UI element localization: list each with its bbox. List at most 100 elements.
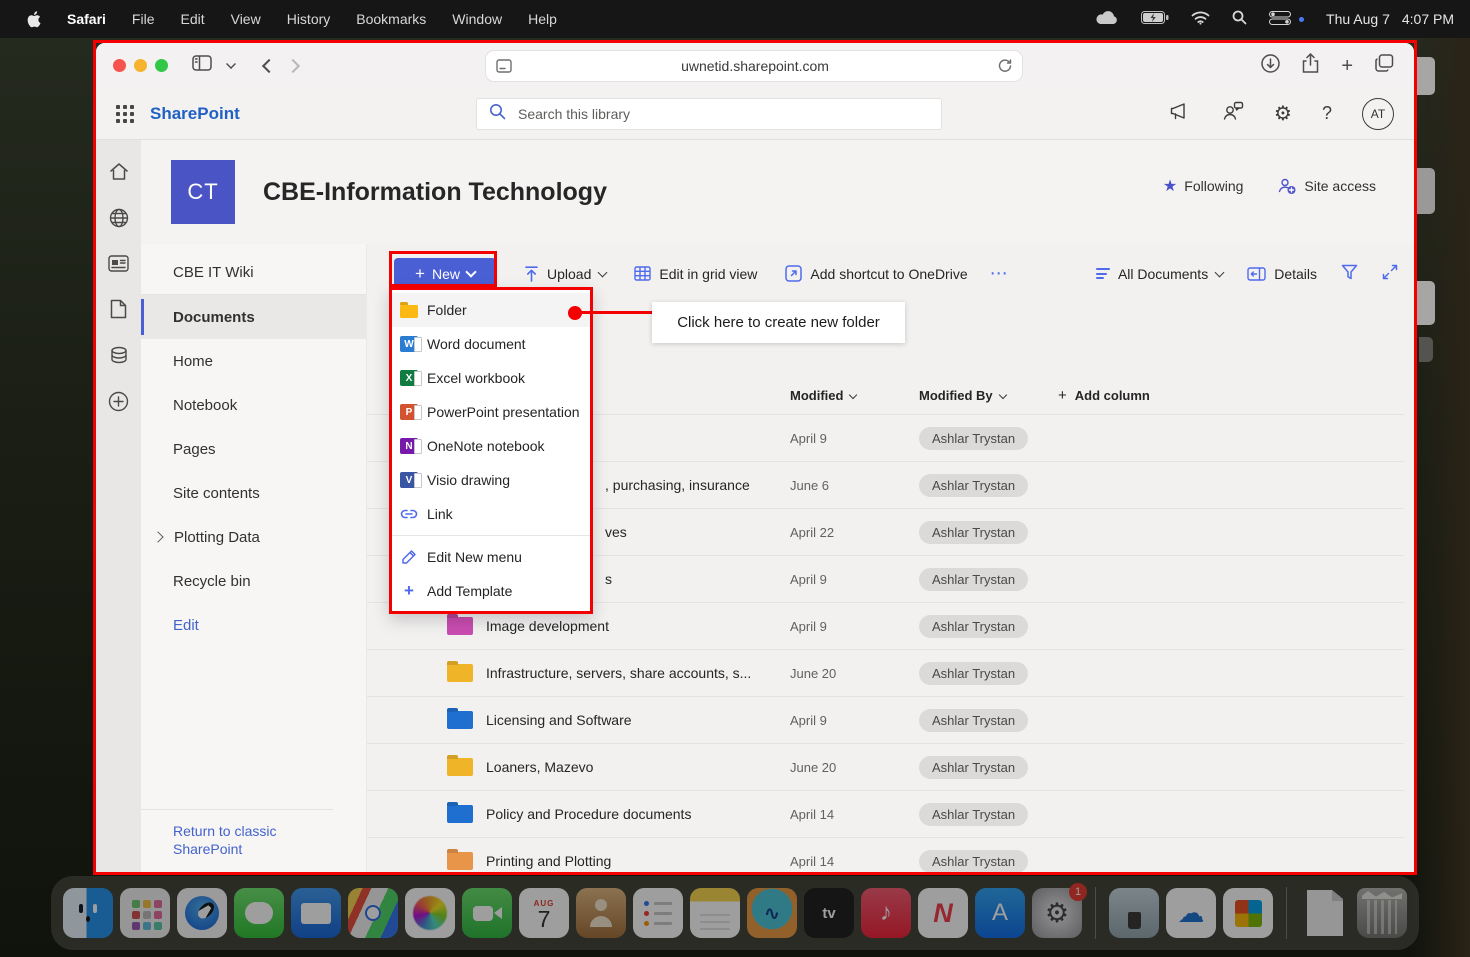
dock-facetime-icon[interactable] — [462, 888, 512, 938]
menubar-item-history[interactable]: History — [287, 11, 331, 27]
nav-edit-link[interactable]: Edit — [141, 603, 366, 647]
file-name[interactable]: Loaners, Mazevo — [486, 759, 593, 775]
dock-appstore-icon[interactable]: A — [975, 888, 1025, 938]
menubar-item-bookmarks[interactable]: Bookmarks — [356, 11, 426, 27]
new-menu-item-visio-drawing[interactable]: V Visio drawing — [392, 463, 590, 497]
table-row[interactable]: Licensing and Software April 9 Ashlar Trys… — [367, 697, 1404, 744]
dock-msoffice-icon[interactable] — [1223, 888, 1273, 938]
menubar-item-view[interactable]: View — [231, 11, 261, 27]
modified-by-persona[interactable]: Ashlar Trystan — [919, 614, 1029, 638]
sidebar-item-notebook[interactable]: Notebook — [141, 383, 366, 427]
downloads-icon[interactable] — [1261, 53, 1281, 78]
table-row[interactable]: Infrastructure, servers, share accounts,… — [367, 650, 1404, 697]
wifi-icon[interactable] — [1191, 11, 1210, 28]
dock-news-icon[interactable]: N — [918, 888, 968, 938]
details-button[interactable]: Details — [1247, 266, 1317, 282]
filter-icon[interactable] — [1341, 264, 1358, 283]
sidebar-item-documents[interactable]: Documents — [141, 295, 366, 339]
menubar-item-help[interactable]: Help — [528, 11, 557, 27]
dock-document-icon[interactable] — [1307, 890, 1343, 936]
menubar-item-file[interactable]: File — [132, 11, 155, 27]
dock-maps-icon[interactable] — [348, 888, 398, 938]
account-avatar[interactable]: AT — [1362, 97, 1394, 130]
table-row[interactable]: Printing and Plotting April 14 Ashlar Trys… — [367, 838, 1404, 872]
modified-header[interactable]: Modified — [790, 388, 919, 403]
file-name[interactable]: Policy and Procedure documents — [486, 806, 691, 822]
add-icon[interactable] — [108, 391, 129, 412]
close-button[interactable] — [113, 59, 126, 72]
sidebar-item-recycle-bin[interactable]: Recycle bin — [141, 559, 366, 603]
menubar-clock[interactable]: Thu Aug 7 4:07 PM — [1326, 11, 1454, 27]
sidebar-item-site-contents[interactable]: Site contents — [141, 471, 366, 515]
dock-settings-icon[interactable]: ⚙ 1 — [1032, 883, 1087, 938]
dock-appletv-icon[interactable]: tv — [804, 888, 854, 938]
more-commands-icon[interactable]: ⋯ — [990, 263, 1008, 284]
page-settings-icon[interactable] — [496, 59, 512, 73]
add-shortcut-onedrive-button[interactable]: Add shortcut to OneDrive — [785, 265, 968, 282]
file-name[interactable]: Printing and Plotting — [486, 853, 611, 869]
modified-by-persona[interactable]: Ashlar Trystan — [919, 473, 1029, 497]
new-menu-item-excel-workbook[interactable]: X Excel workbook — [392, 361, 590, 395]
dock-finder-icon[interactable] — [63, 888, 113, 938]
battery-icon[interactable] — [1141, 11, 1169, 27]
search-input[interactable] — [516, 105, 929, 123]
modified-by-persona[interactable]: Ashlar Trystan — [919, 802, 1029, 826]
dock-calendar-icon[interactable]: AUG 7 — [519, 888, 569, 938]
page-icon[interactable] — [110, 299, 127, 319]
globe-icon[interactable] — [109, 208, 129, 228]
modified-by-persona[interactable]: Ashlar Trystan — [919, 661, 1029, 685]
new-tab-icon[interactable]: + — [1341, 56, 1353, 76]
new-menu-action-add-template[interactable]: + Add Template — [392, 574, 590, 608]
library-icon[interactable] — [109, 346, 129, 364]
dock-downloads-icon[interactable] — [1109, 888, 1159, 938]
apple-menu-icon[interactable] — [26, 10, 41, 28]
library-search-box[interactable] — [476, 98, 942, 130]
new-menu-item-folder[interactable]: Folder — [392, 293, 590, 327]
menubar-item-edit[interactable]: Edit — [180, 11, 204, 27]
new-menu-action-edit-new-menu[interactable]: Edit New menu — [392, 540, 590, 574]
modified-by-persona[interactable]: Ashlar Trystan — [919, 567, 1029, 591]
file-name[interactable]: Infrastructure, servers, share accounts,… — [486, 665, 751, 681]
dock-trash-icon[interactable] — [1357, 888, 1407, 938]
modified-by-persona[interactable]: Ashlar Trystan — [919, 708, 1029, 732]
return-to-classic-link[interactable]: Return to classic SharePoint — [141, 808, 333, 872]
modified-by-persona[interactable]: Ashlar Trystan — [919, 755, 1029, 779]
reload-icon[interactable] — [998, 59, 1012, 73]
file-name[interactable]: Licensing and Software — [486, 712, 632, 728]
sidebar-item-home[interactable]: Home — [141, 339, 366, 383]
new-menu-item-link[interactable]: Link — [392, 497, 590, 531]
spotlight-icon[interactable] — [1232, 10, 1247, 28]
sharepoint-brand[interactable]: SharePoint — [150, 104, 240, 124]
new-menu-item-word-document[interactable]: W Word document — [392, 327, 590, 361]
gear-icon[interactable]: ⚙ — [1274, 101, 1292, 126]
dock-contacts-icon[interactable] — [576, 888, 626, 938]
sidebar-chevron-icon[interactable] — [226, 58, 236, 69]
modified-by-header[interactable]: Modified By — [919, 388, 1058, 403]
back-icon[interactable] — [261, 58, 277, 73]
site-access-button[interactable]: Site access — [1277, 177, 1376, 195]
dock-notes-icon[interactable] — [690, 888, 740, 938]
address-bar[interactable]: uwnetid.sharepoint.com — [486, 51, 1022, 81]
dock-messages-icon[interactable] — [234, 888, 284, 938]
onedrive-cloud-icon[interactable] — [1095, 10, 1119, 28]
upload-button[interactable]: Upload — [524, 266, 608, 282]
view-selector[interactable]: All Documents — [1095, 266, 1225, 282]
forward-icon[interactable] — [285, 58, 301, 73]
menubar-item-safari[interactable]: Safari — [67, 11, 106, 27]
file-name[interactable]: Image development — [486, 618, 609, 634]
table-row[interactable]: Policy and Procedure documents April 14 As… — [367, 791, 1404, 838]
new-menu-item-powerpoint-presentation[interactable]: P PowerPoint presentation — [392, 395, 590, 429]
dock-photos-icon[interactable] — [405, 888, 455, 938]
sidebar-item-pages[interactable]: Pages — [141, 427, 366, 471]
fullscreen-icon[interactable] — [1382, 264, 1398, 283]
home-icon[interactable] — [109, 162, 129, 181]
dock-onedrive-icon[interactable]: ☁ — [1166, 888, 1216, 938]
following-button[interactable]: ★ Following — [1163, 176, 1243, 196]
share-icon[interactable] — [1302, 53, 1319, 78]
dock-waveapp-icon[interactable]: ∿ — [747, 888, 797, 938]
sidebar-item-cbe-it-wiki[interactable]: CBE IT Wiki — [141, 250, 366, 295]
dock-music-icon[interactable]: ♪ — [861, 888, 911, 938]
megaphone-icon[interactable] — [1170, 102, 1192, 126]
tab-overview-icon[interactable] — [1375, 54, 1394, 77]
modified-by-persona[interactable]: Ashlar Trystan — [919, 426, 1029, 450]
